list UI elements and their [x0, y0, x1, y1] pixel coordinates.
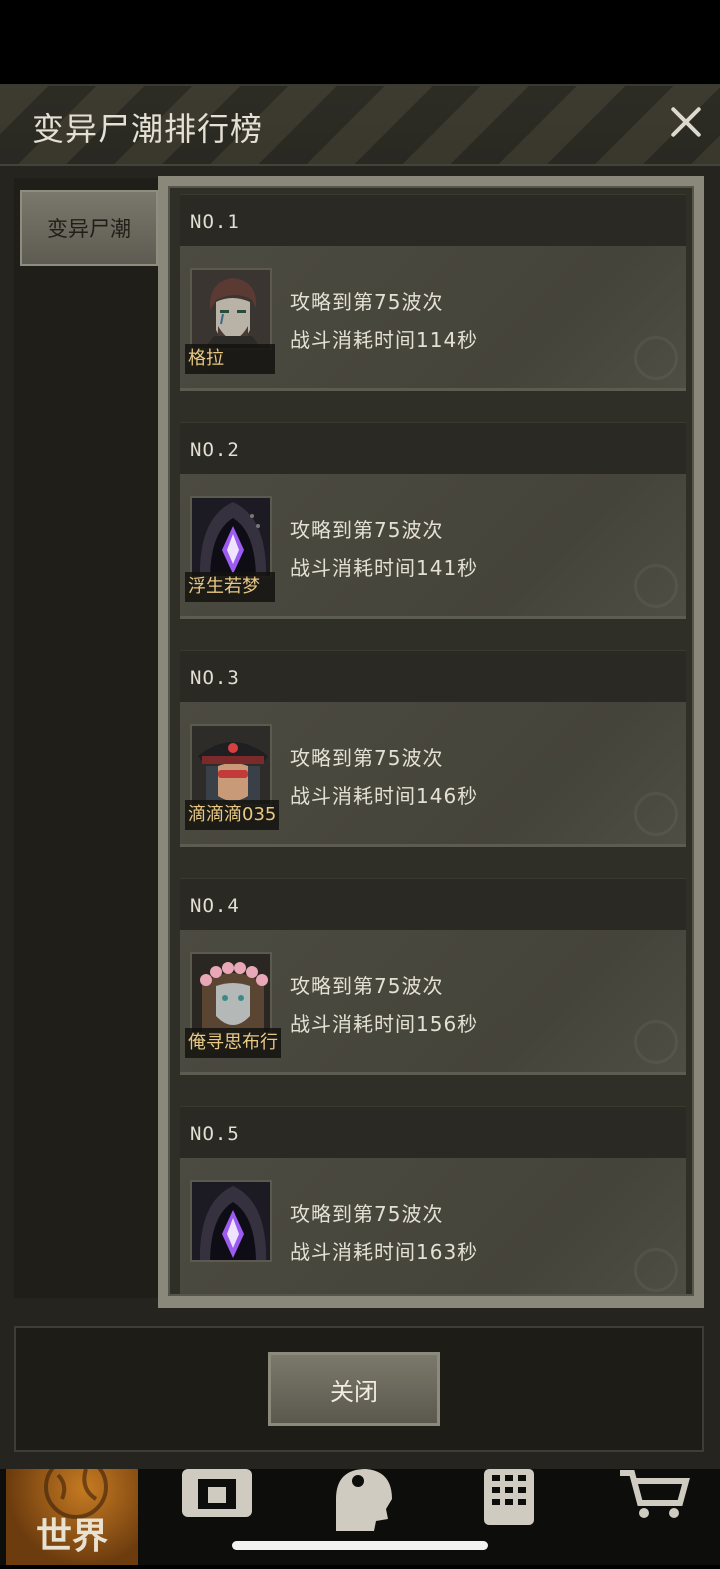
- home-indicator: [232, 1541, 488, 1550]
- battle-time: 战斗消耗时间141秒: [290, 556, 479, 580]
- player-name: 俺寻思布行: [185, 1028, 281, 1058]
- bearded-man-portrait-icon[interactable]: [190, 268, 272, 350]
- ranking-card: NO.4 俺寻思布行 攻略到第75波次 战斗消耗时间156秒: [180, 878, 686, 1075]
- rank-body: 浮生若梦 攻略到第75波次 战斗消耗时间141秒: [180, 474, 686, 619]
- rank-number: NO.2: [190, 439, 240, 461]
- ranking-list-frame: NO.1 格拉 攻略到第75波次 战斗消耗时间114秒 NO.2 浮生若梦 攻略…: [158, 176, 704, 1308]
- wave-progress: 攻略到第75波次: [290, 746, 444, 770]
- close-icon[interactable]: [664, 100, 708, 144]
- battle-time: 战斗消耗时间146秒: [290, 784, 479, 808]
- player-name: 浮生若梦: [185, 572, 275, 602]
- battle-time: 战斗消耗时间114秒: [290, 328, 479, 352]
- rank-header: NO.4: [180, 878, 686, 931]
- player-name: 滴滴滴035: [185, 800, 280, 830]
- wave-progress: 攻略到第75波次: [290, 290, 444, 314]
- sidebar: [14, 178, 160, 1298]
- rank-header: NO.2: [180, 422, 686, 475]
- battle-time: 战斗消耗时间156秒: [290, 1012, 479, 1036]
- rank-body: 滴滴滴035 攻略到第75波次 战斗消耗时间146秒: [180, 702, 686, 847]
- rank-number: NO.4: [190, 895, 240, 917]
- battle-time: 战斗消耗时间163秒: [290, 1240, 479, 1264]
- page-title: 变异尸潮排行榜: [32, 110, 264, 148]
- hooded-purple-crystal-portrait-icon[interactable]: [190, 496, 272, 578]
- rank-header: NO.3: [180, 650, 686, 703]
- rank-number: NO.5: [190, 1123, 240, 1145]
- phone-icon[interactable]: [480, 1469, 540, 1529]
- hooded-purple-crystal-portrait-icon[interactable]: [190, 1180, 272, 1262]
- flower-crown-portrait-icon[interactable]: [190, 952, 272, 1034]
- ranking-card: NO.1 格拉 攻略到第75波次 战斗消耗时间114秒: [180, 194, 686, 391]
- nav-world-tab[interactable]: 世界: [6, 1455, 138, 1565]
- ranking-card: NO.2 浮生若梦 攻略到第75波次 战斗消耗时间141秒: [180, 422, 686, 619]
- tab-mutant-horde[interactable]: 变异尸潮: [20, 190, 158, 266]
- leaderboard-panel: 变异尸潮排行榜 变异尸潮 NO.1 格拉 攻略到第75波次 战斗消耗时间114秒…: [0, 84, 720, 1471]
- shopping-cart-icon[interactable]: [618, 1469, 690, 1521]
- backpack-icon[interactable]: [178, 1469, 256, 1529]
- wave-progress: 攻略到第75波次: [290, 518, 444, 542]
- nav-world-label: 世界: [36, 1516, 109, 1557]
- rank-body: 格拉 攻略到第75波次 战斗消耗时间114秒: [180, 246, 686, 391]
- rank-number: NO.1: [190, 211, 240, 233]
- ranking-card: NO.3 滴滴滴035 攻略到第75波次 战斗消耗时间146秒: [180, 650, 686, 847]
- footer-bar: 关闭: [14, 1326, 704, 1452]
- player-name: 格拉: [185, 344, 275, 374]
- close-button[interactable]: 关闭: [268, 1352, 440, 1426]
- rank-number: NO.3: [190, 667, 240, 689]
- bottom-nav: 世界: [0, 1455, 720, 1565]
- officer-cap-portrait-icon[interactable]: [190, 724, 272, 806]
- rank-body: 攻略到第75波次 战斗消耗时间163秒: [180, 1158, 686, 1294]
- rank-header: NO.5: [180, 1106, 686, 1159]
- ranking-card: NO.5 攻略到第75波次 战斗消耗时间163秒: [180, 1106, 686, 1294]
- ranking-list[interactable]: NO.1 格拉 攻略到第75波次 战斗消耗时间114秒 NO.2 浮生若梦 攻略…: [168, 186, 694, 1296]
- character-head-icon[interactable]: [328, 1469, 398, 1531]
- status-bar: [0, 0, 720, 84]
- wave-progress: 攻略到第75波次: [290, 1202, 444, 1226]
- rank-header: NO.1: [180, 194, 686, 247]
- rank-body: 俺寻思布行 攻略到第75波次 战斗消耗时间156秒: [180, 930, 686, 1075]
- panel-header: 变异尸潮排行榜: [0, 86, 720, 166]
- wave-progress: 攻略到第75波次: [290, 974, 444, 998]
